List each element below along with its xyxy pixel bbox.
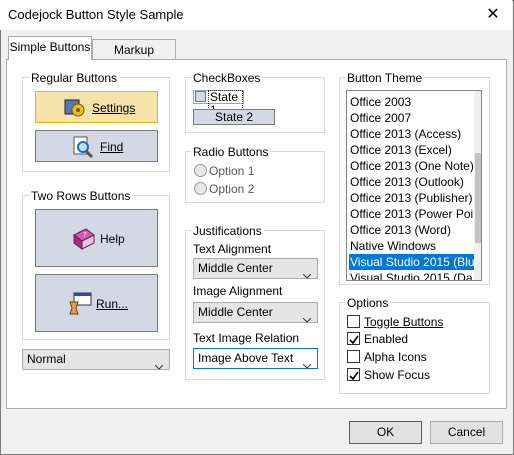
theme-list-item[interactable]: Office 2013 (Excel) — [349, 142, 475, 158]
alpha-icons-label: Alpha Icons — [364, 350, 427, 364]
settings-label: Settings — [92, 101, 136, 115]
justifications-label: Justifications — [191, 224, 264, 238]
text-alignment-value: Middle Center — [198, 261, 273, 275]
check-mark-icon — [349, 370, 359, 384]
state1-box-icon — [195, 91, 206, 102]
theme-list-item[interactable]: Office 2013 (One Note) — [349, 158, 475, 174]
image-alignment-value: Middle Center — [198, 305, 273, 319]
svg-text:?: ? — [83, 231, 87, 239]
find-button[interactable]: Find — [35, 130, 158, 162]
text-alignment-label: Text Alignment — [193, 242, 272, 256]
checkboxes-label: CheckBoxes — [191, 71, 263, 85]
help-button[interactable]: ? Help — [35, 209, 158, 267]
theme-list-item[interactable]: Visual Studio 2015 (Blu — [349, 254, 475, 270]
button-style-combo[interactable]: Normal — [22, 349, 170, 370]
run-window-icon — [68, 292, 92, 316]
option2-label: Option 2 — [209, 182, 255, 196]
theme-list-item[interactable]: Office 2007 — [349, 110, 475, 126]
text-image-relation-combo[interactable]: Image Above Text — [193, 348, 318, 369]
state2-label: State 2 — [214, 110, 254, 124]
tab-simple-buttons[interactable]: Simple Buttons — [8, 36, 92, 60]
chevron-down-icon — [302, 310, 312, 323]
toggle-buttons-label: Toggle Buttons — [364, 315, 443, 329]
ok-button[interactable]: OK — [349, 421, 422, 444]
option1-label: Option 1 — [209, 164, 255, 178]
text-alignment-combo[interactable]: Middle Center — [193, 258, 318, 279]
chevron-down-icon — [302, 356, 312, 369]
help-book-icon: ? — [72, 227, 96, 251]
list-scroll-thumb[interactable] — [475, 153, 481, 243]
find-magnifier-icon — [72, 136, 94, 158]
state2-toggle-button[interactable]: State 2 — [193, 109, 275, 125]
show-focus-label: Show Focus — [364, 368, 431, 382]
tab-markup-buttons[interactable]: Markup Buttons — [92, 39, 176, 77]
run-button[interactable]: Run... — [35, 274, 158, 332]
state1-toggle-button[interactable]: State 1 — [193, 90, 244, 118]
theme-list-item[interactable]: Office 2013 (Outlook) — [349, 174, 475, 190]
button-theme-list[interactable]: Office 2003 Office 2007 Office 2013 (Acces… — [346, 90, 482, 281]
window-title: Codejock Button Style Sample — [8, 7, 184, 22]
settings-button[interactable]: Settings — [35, 91, 158, 123]
cancel-button[interactable]: Cancel — [430, 421, 503, 444]
theme-list-item[interactable]: Office 2013 (Power Poi — [349, 206, 475, 222]
button-style-value: Normal — [27, 352, 66, 366]
option2-radio[interactable] — [194, 182, 207, 195]
text-image-relation-value: Image Above Text — [198, 351, 294, 365]
radio-label: Radio Buttons — [191, 145, 271, 159]
theme-list-item[interactable]: Office 2003 — [349, 94, 475, 110]
toggle-buttons-checkbox[interactable] — [347, 315, 360, 328]
option1-radio[interactable] — [194, 164, 207, 177]
button-theme-label: Button Theme — [345, 71, 425, 85]
run-label: Run... — [96, 297, 129, 311]
settings-gear-icon — [64, 97, 86, 119]
toggle-buttons-text: Toggle Buttons — [364, 315, 444, 329]
enabled-checkbox[interactable] — [347, 332, 360, 345]
regular-buttons-label: Regular Buttons — [29, 71, 120, 85]
show-focus-checkbox[interactable] — [347, 368, 360, 381]
theme-list-item[interactable]: Visual Studio 2015 (Da — [349, 270, 475, 280]
text-image-relation-label: Text Image Relation — [193, 331, 300, 345]
alpha-icons-checkbox[interactable] — [347, 350, 360, 363]
check-mark-icon — [349, 334, 359, 348]
help-label: Help — [100, 232, 125, 246]
theme-list-item[interactable]: Office 2013 (Publisher) — [349, 190, 475, 206]
chevron-down-icon — [302, 266, 312, 279]
enabled-label: Enabled — [364, 332, 409, 346]
close-icon[interactable]: ✕ — [476, 2, 510, 28]
chevron-down-icon — [154, 357, 164, 370]
theme-list-item[interactable]: Native Windows — [349, 238, 475, 254]
options-label: Options — [345, 296, 391, 310]
theme-list-item[interactable]: Office 2013 (Word) — [349, 222, 475, 238]
theme-list-item[interactable]: Office 2013 (Access) — [349, 126, 475, 142]
image-alignment-combo[interactable]: Middle Center — [193, 302, 318, 323]
two-rows-label: Two Rows Buttons — [29, 189, 133, 203]
find-label: Find — [100, 140, 124, 154]
image-alignment-label: Image Alignment — [193, 284, 283, 298]
